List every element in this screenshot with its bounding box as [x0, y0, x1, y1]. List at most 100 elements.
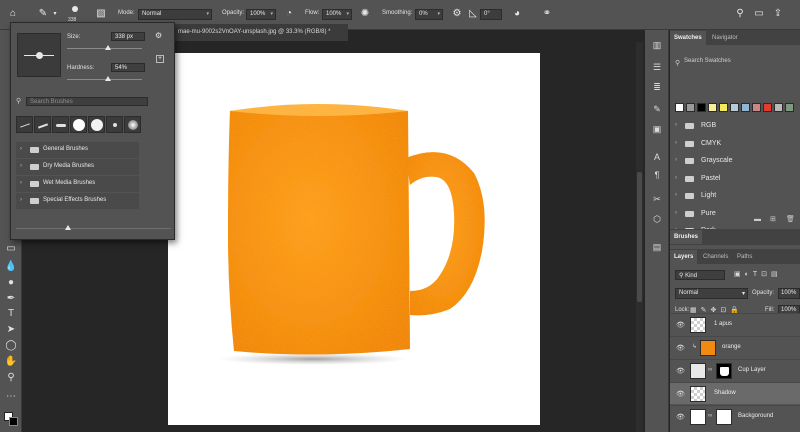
- eye-icon[interactable]: 👁: [676, 367, 685, 375]
- layer-row-cup[interactable]: 👁 ∞ Cup Layer: [670, 359, 800, 381]
- search-brushes-input[interactable]: Search Brushes: [26, 97, 148, 106]
- tab-navigator[interactable]: Navigator: [708, 31, 742, 45]
- tab-paths[interactable]: Paths: [733, 250, 757, 264]
- symmetry-icon[interactable]: ⚭: [540, 7, 554, 21]
- character-icon[interactable]: A: [650, 150, 664, 164]
- color-swatch[interactable]: [697, 103, 706, 112]
- paragraph-icon[interactable]: ¶: [650, 168, 664, 182]
- brush-folder-wet-media[interactable]: › Wet Media Brushes: [16, 176, 139, 192]
- color-swatch[interactable]: [774, 103, 783, 112]
- search-icon[interactable]: ⚲: [733, 7, 747, 21]
- background-color-swatch[interactable]: [9, 417, 18, 426]
- color-swatch[interactable]: [730, 103, 739, 112]
- preview-size-thumb[interactable]: [65, 225, 71, 230]
- swatch-folder-pure[interactable]: › Pure: [675, 207, 795, 221]
- layer-opacity-input[interactable]: 100%: [778, 288, 800, 299]
- color-swatch[interactable]: [719, 103, 728, 112]
- eye-icon[interactable]: 👁: [676, 344, 685, 352]
- brush-folder-special-effects[interactable]: › Special Effects Brushes: [16, 193, 139, 209]
- dodge-tool-icon[interactable]: ●: [3, 276, 19, 290]
- new-swatch-icon[interactable]: ⊞: [770, 215, 776, 223]
- airbrush-icon[interactable]: ✺: [358, 7, 372, 21]
- brush-preset-picker[interactable]: [68, 4, 82, 14]
- gear-icon[interactable]: ⚙: [450, 7, 464, 21]
- zoom-tool-icon[interactable]: ⚲: [3, 371, 19, 385]
- layer-row-apus[interactable]: 👁 1 apus: [670, 313, 800, 335]
- chevron-down-icon[interactable]: ▾: [48, 7, 62, 21]
- eye-icon[interactable]: 👁: [676, 390, 685, 398]
- document-canvas[interactable]: [168, 53, 540, 425]
- rectangle-tool-icon[interactable]: ▭: [3, 242, 19, 256]
- 3d-icon[interactable]: ⬡: [650, 212, 664, 226]
- angle-input[interactable]: 0°: [480, 9, 502, 20]
- hardness-slider-thumb[interactable]: [104, 76, 111, 81]
- share-icon[interactable]: ⇪: [771, 7, 785, 21]
- history-icon[interactable]: ▥: [650, 38, 664, 52]
- path-selection-icon[interactable]: ➤: [3, 323, 19, 337]
- brush-settings-icon[interactable]: ▧: [94, 7, 108, 21]
- flow-input[interactable]: 100% ▾: [322, 9, 352, 20]
- trash-icon[interactable]: 🗑: [786, 215, 795, 223]
- home-icon[interactable]: ⌂: [6, 7, 20, 21]
- document-tab[interactable]: mae-mu-9002s2VnOAY-unsplash.jpg @ 33.3% …: [173, 24, 348, 41]
- brush-panel-icon[interactable]: ✎: [650, 102, 664, 116]
- swatch-folder-rgb[interactable]: › RGB: [675, 119, 795, 133]
- search-swatches-input[interactable]: Search Swatches: [684, 58, 731, 64]
- new-preset-icon[interactable]: +: [156, 55, 164, 63]
- swatch-folder-pastel[interactable]: › Pastel: [675, 172, 795, 186]
- brush-preset-6[interactable]: [106, 116, 123, 133]
- layer-filter-icons[interactable]: ▣◐T⊡▤: [734, 270, 782, 278]
- pressure-opacity-icon[interactable]: ◔: [282, 7, 296, 21]
- layer-row-background[interactable]: 👁 ∞ Backgoround: [670, 405, 800, 427]
- mode-select[interactable]: Normal ▾: [138, 9, 212, 20]
- clone-source-icon[interactable]: ▣: [650, 122, 664, 136]
- eye-icon[interactable]: 👁: [676, 321, 685, 329]
- type-tool-icon[interactable]: T: [3, 307, 19, 321]
- brush-folder-dry-media[interactable]: › Dry Media Brushes: [16, 159, 139, 175]
- swatch-folder-light[interactable]: › Light: [675, 189, 795, 203]
- tab-layers[interactable]: Layers: [670, 250, 698, 264]
- swatch-folder-cmyk[interactable]: › CMYK: [675, 137, 795, 151]
- layer-row-orange[interactable]: 👁 ↳ orange: [670, 336, 800, 358]
- opacity-input[interactable]: 100% ▾: [246, 9, 276, 20]
- color-swatch[interactable]: [763, 103, 772, 112]
- blur-tool-icon[interactable]: 💧: [3, 260, 19, 274]
- brush-preset-7[interactable]: [124, 116, 141, 133]
- layer-row-shadow[interactable]: 👁 Shadow: [670, 382, 800, 404]
- properties-icon[interactable]: ▤: [650, 240, 664, 254]
- brush-preset-4[interactable]: [70, 116, 87, 133]
- color-swatch[interactable]: [708, 103, 717, 112]
- folder-icon[interactable]: ▬: [754, 216, 761, 223]
- scrollbar-thumb[interactable]: [637, 172, 642, 302]
- color-swatch[interactable]: [675, 103, 684, 112]
- size-slider-thumb[interactable]: [105, 45, 112, 50]
- hand-tool-icon[interactable]: ✋: [3, 355, 19, 369]
- layer-filter-select[interactable]: ⚲ Kind: [675, 270, 725, 280]
- swatch-folder-grayscale[interactable]: › Grayscale: [675, 154, 795, 168]
- brush-preset-2[interactable]: [34, 116, 51, 133]
- brush-angle-icon[interactable]: ◺: [466, 7, 480, 21]
- eye-icon[interactable]: 👁: [676, 413, 685, 421]
- edit-toolbar-icon[interactable]: ⋯: [3, 390, 19, 404]
- gear-icon[interactable]: ⚙: [155, 31, 162, 40]
- tab-channels[interactable]: Channels: [699, 250, 733, 264]
- tab-swatches[interactable]: Swatches: [670, 31, 706, 45]
- pressure-size-icon[interactable]: ◕: [510, 7, 524, 21]
- adjustments-icon[interactable]: ☰: [650, 60, 664, 74]
- preview-size-slider[interactable]: [16, 228, 171, 229]
- tab-brushes[interactable]: Brushes: [670, 230, 703, 244]
- size-input[interactable]: 338 px: [111, 32, 145, 41]
- blend-mode-select[interactable]: Normal ▾: [675, 288, 748, 299]
- brush-preset-5[interactable]: [88, 116, 105, 133]
- color-swatch[interactable]: [785, 103, 794, 112]
- color-swatch[interactable]: [686, 103, 695, 112]
- smoothing-input[interactable]: 0% ▾: [415, 9, 443, 20]
- tool-presets-icon[interactable]: ✂: [650, 192, 664, 206]
- brush-folder-general[interactable]: › General Brushes: [16, 142, 139, 158]
- brush-preset-3[interactable]: [52, 116, 69, 133]
- color-swatch[interactable]: [741, 103, 750, 112]
- color-swatch[interactable]: [752, 103, 761, 112]
- workspace-icon[interactable]: ▭: [752, 7, 766, 21]
- pen-tool-icon[interactable]: ✒: [3, 292, 19, 306]
- libraries-icon[interactable]: ≣: [650, 80, 664, 94]
